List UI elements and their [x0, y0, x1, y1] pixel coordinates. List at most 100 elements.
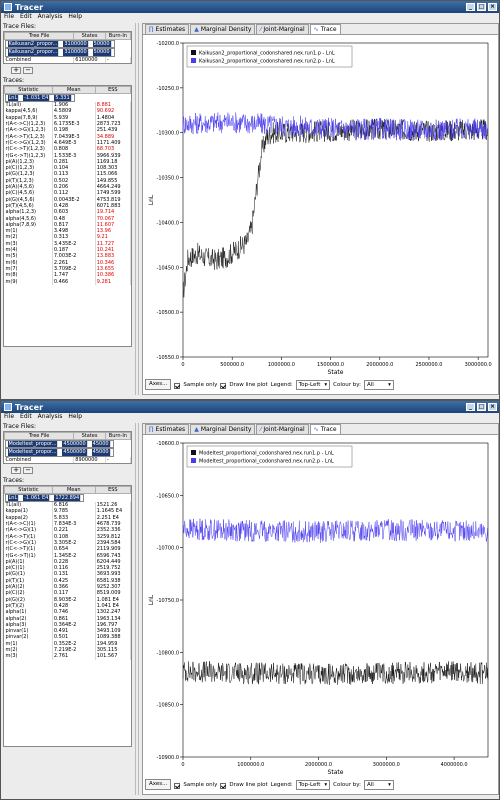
legend: Kaikusan2_proportional_codonshared.nex.r…	[186, 45, 353, 68]
trace-row[interactable]: r(G<->T)(1,2,3) 1.533E-3 3966.939	[4, 152, 131, 159]
trace-file-row[interactable]: Kaikusan2_propor... 3100000 50000	[4, 40, 115, 49]
legend-select[interactable]: Top-Left ▾	[295, 779, 331, 790]
tab-trace[interactable]: ∿ Trace	[309, 424, 341, 434]
chevron-down-icon: ▾	[324, 781, 328, 788]
trace-row[interactable]: pinvar(2) 0.501 1089.388	[4, 634, 131, 641]
trace-file-row[interactable]: Combined 8900000-	[4, 456, 132, 463]
colour-by-select[interactable]: All ▾	[363, 779, 394, 790]
x-tick-label: 4000000.0	[441, 762, 468, 768]
split-pane-divider[interactable]	[135, 23, 139, 395]
trace-row[interactable]: r(C<->T)(1) 0.654 2119.909	[4, 546, 131, 553]
tab-marginal-density[interactable]: ▲ Marginal Density	[190, 424, 256, 434]
trace-row[interactable]: kappa(1) 9.785 1.1645 E4	[4, 508, 131, 515]
x-axis-label: State	[328, 369, 344, 376]
maximize-button[interactable]: □	[477, 3, 486, 11]
axes-button[interactable]: Axes...	[145, 779, 172, 790]
trace-file-row[interactable]: Kaikusan2_propor... 3100000 50000	[4, 48, 115, 57]
trace-row[interactable]: LnL -1.031 E4 5.331	[4, 93, 75, 103]
split-pane-divider[interactable]	[135, 423, 139, 795]
trace-row[interactable]: r(A<->G)(1) 0.221 2352.336	[4, 527, 131, 534]
menu-analysis[interactable]: Analysis	[38, 13, 63, 21]
trace-row[interactable]: pi(C)(2) 0.117 8519.009	[4, 590, 131, 597]
y-tick-label: -10400.0	[157, 220, 179, 226]
trace-row[interactable]: alpha(1,2,3) 0.603 19.714	[4, 209, 131, 216]
trace-row[interactable]: r(G<->T)(1) 1.345E-2 6596.743	[4, 552, 131, 559]
trace-files-label: Trace Files:	[3, 23, 37, 30]
trace-file-row[interactable]: Modeltest_propor... 4500000 45000	[4, 440, 114, 449]
remove-file-button[interactable]: −	[23, 466, 33, 474]
trace-file-cell: 3100000	[63, 41, 89, 48]
colour-by-select[interactable]: All ▾	[363, 379, 394, 390]
trace-icon: ∿	[313, 425, 319, 433]
trace-cell: 9.281	[95, 278, 131, 285]
trace-row[interactable]: pi(G)(2) 8.903E-2 1.081 E4	[4, 596, 131, 603]
trace-row[interactable]: m(9) 0.466 9.281	[4, 278, 131, 285]
sample-only-checkbox[interactable]	[174, 382, 181, 389]
right-panel: ∏ Estimates ▲ Marginal Density ⁄ Joint-Marg…	[142, 423, 499, 795]
trace-row[interactable]: LnL -1.061 E4 1722.894	[4, 493, 85, 503]
tab-marginal-density[interactable]: ▲ Marginal Density	[190, 24, 256, 34]
trace-file-row[interactable]: Modeltest_propor... 4500000 45000	[4, 448, 114, 457]
menu-edit[interactable]: Edit	[20, 13, 32, 21]
trace-files-label: Trace Files:	[3, 423, 37, 430]
trace-row[interactable]: pi(G)(4,5,6) 0.0043E-2 4753.819	[4, 196, 131, 203]
density-icon: ▲	[194, 425, 199, 433]
close-button[interactable]: ×	[488, 3, 497, 11]
trace-row[interactable]: kappa(4,5,6) 4.5809 90.692	[4, 108, 131, 115]
tab-estimates[interactable]: ∏ Estimates	[145, 24, 190, 34]
trace-plot[interactable]: -10200.0 -10250.0 -10300.0 -10350.0 -10400.0…	[143, 35, 498, 377]
trace-row[interactable]: m(3) 2.761 101.567	[4, 653, 131, 660]
trace-row[interactable]: r(A<->G)(1,2,3) 0.198 251.439	[4, 127, 131, 134]
trace-files-header: Burn-In	[104, 32, 132, 40]
trace-row[interactable]: pi(G)(1,2,3) 0.113 115.066	[4, 171, 131, 178]
menu-help[interactable]: Help	[68, 13, 82, 21]
menu-analysis[interactable]: Analysis	[38, 413, 63, 421]
trace-file-cell: 3100000	[63, 49, 89, 56]
tab-joint-marginal[interactable]: ⁄ Joint-Marginal	[256, 24, 309, 34]
tab-trace[interactable]: ∿ Trace	[309, 24, 341, 34]
trace-cell: 1722.894	[54, 494, 82, 502]
tab-joint-marginal[interactable]: ⁄ Joint-Marginal	[256, 424, 309, 434]
tab-estimates[interactable]: ∏ Estimates	[145, 424, 190, 434]
axes-button[interactable]: Axes...	[145, 379, 172, 390]
x-tick-label: 3000000.0	[373, 762, 400, 768]
draw-line-checkbox[interactable]	[220, 782, 227, 789]
tab-bar: ∏ Estimates ▲ Marginal Density ⁄ Joint-Marg…	[143, 24, 498, 35]
trace-cell: -1.031 E4	[23, 94, 51, 102]
app-icon	[4, 403, 12, 411]
traces-table-box: Statistic Mean ESS LnL -1.031 E4 5.331 TL(all…	[3, 84, 132, 347]
trace-cell: r(A<->G)(1,2,3)	[4, 127, 53, 134]
trace-cell: m(3)	[4, 653, 53, 660]
menu-file[interactable]: File	[4, 13, 14, 21]
remove-file-button[interactable]: −	[23, 66, 33, 74]
right-panel: ∏ Estimates ▲ Marginal Density ⁄ Joint-Marg…	[142, 23, 499, 395]
menu-edit[interactable]: Edit	[20, 413, 32, 421]
trace-file-row[interactable]: Combined 6100000-	[4, 56, 132, 63]
trace-plot[interactable]: -10600.0 -10650.0 -10700.0 -10750.0 -10800.0…	[143, 435, 498, 777]
trace-row[interactable]: pi(G)(1) 0.131 3693.993	[4, 571, 131, 578]
minimize-button[interactable]: _	[466, 403, 475, 411]
legend-label: Legend:	[270, 381, 293, 388]
legend-select[interactable]: Top-Left ▾	[295, 379, 331, 390]
x-tick-label: 0	[181, 362, 184, 368]
traces-header: Mean	[51, 85, 96, 94]
trace-files-table: Tree File States Burn-In Modeltest_propor.…	[3, 432, 132, 463]
legend-swatch	[191, 458, 196, 463]
trace-row[interactable]: alpha(2) 0.861 1963.134	[4, 615, 131, 622]
draw-line-checkbox[interactable]	[220, 382, 227, 389]
trace-files-header: Burn-In	[104, 432, 132, 440]
trace-row[interactable]: pi(C)(4,5,6) 0.112 1749.599	[4, 190, 131, 197]
menu-file[interactable]: File	[4, 413, 14, 421]
add-file-button[interactable]: +	[11, 466, 21, 474]
trace-row[interactable]: alpha(1) 0.746 1302.247	[4, 609, 131, 616]
menu-help[interactable]: Help	[68, 413, 82, 421]
minimize-button[interactable]: _	[466, 3, 475, 11]
sample-only-checkbox[interactable]	[174, 782, 181, 789]
trace-row[interactable]: r(C<->T)(1,2,3) 0.808 68.703	[4, 146, 131, 153]
sample-only-label: Sample only	[183, 381, 218, 388]
trace-file-cell: 45000	[91, 441, 111, 448]
y-tick-label: -10700.0	[157, 546, 179, 552]
maximize-button[interactable]: □	[477, 403, 486, 411]
close-button[interactable]: ×	[488, 403, 497, 411]
add-file-button[interactable]: +	[11, 66, 21, 74]
